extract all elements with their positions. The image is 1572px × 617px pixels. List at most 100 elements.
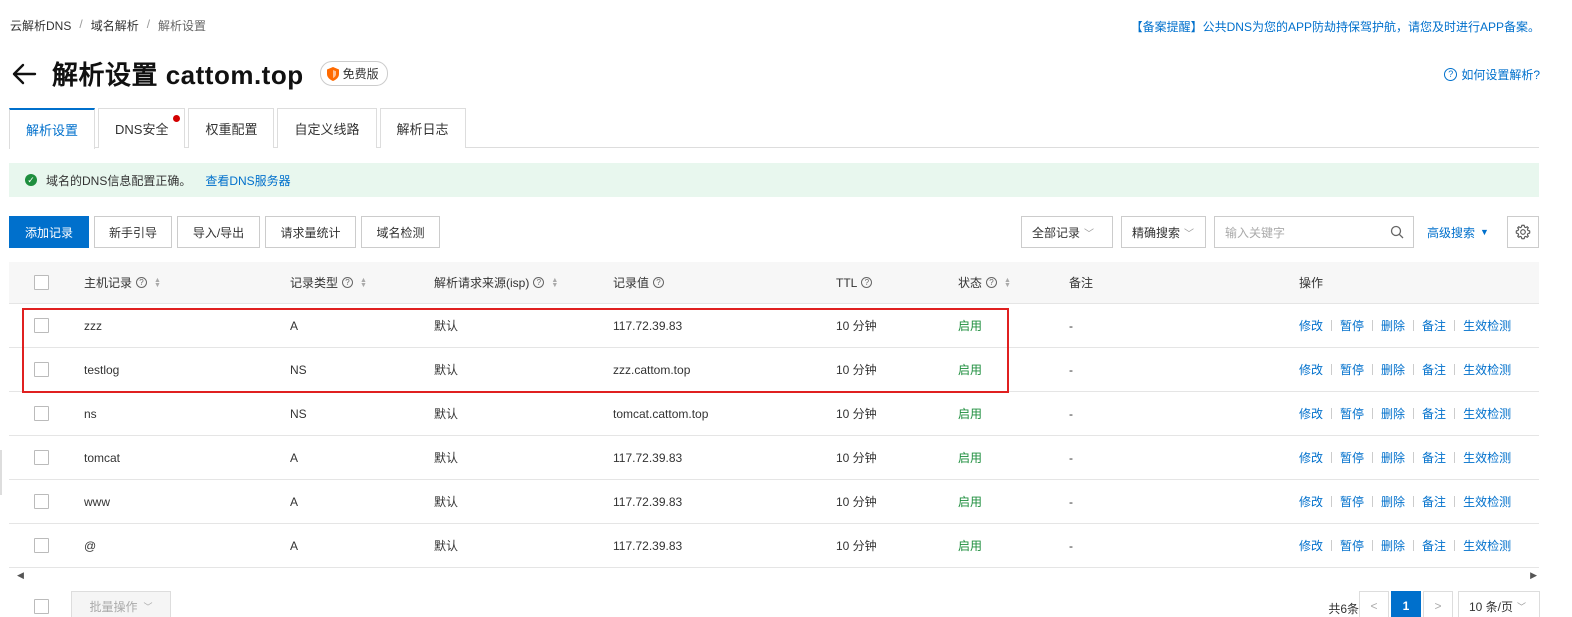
row-checkbox[interactable]: [34, 480, 49, 523]
search-mode-select[interactable]: 精确搜索 ﹀: [1121, 216, 1206, 248]
breadcrumb: 云解析DNS / 域名解析 / 解析设置: [10, 17, 206, 34]
pause-link[interactable]: 暂停: [1340, 361, 1364, 378]
search-icon[interactable]: [1390, 225, 1404, 239]
remark-link[interactable]: 备注: [1422, 493, 1446, 510]
edit-link[interactable]: 修改: [1299, 317, 1323, 334]
settings-button[interactable]: [1507, 216, 1539, 248]
delete-link[interactable]: 删除: [1381, 537, 1405, 554]
page-size-select[interactable]: 10 条/页 ﹀: [1458, 591, 1540, 617]
back-arrow-icon[interactable]: [10, 60, 38, 88]
footer-select-all-checkbox[interactable]: [34, 599, 49, 614]
remark-link[interactable]: 备注: [1422, 317, 1446, 334]
prev-page-button[interactable]: <: [1359, 591, 1389, 617]
sort-icon: ▲ ▼: [1004, 276, 1011, 289]
remark-link[interactable]: 备注: [1422, 537, 1446, 554]
remark-link[interactable]: 备注: [1422, 405, 1446, 422]
cell-type: NS: [290, 362, 307, 377]
alert-message: 域名的DNS信息配置正确。: [46, 173, 192, 188]
page-title: 解析设置 cattom.top: [52, 60, 304, 90]
action-divider: [1413, 408, 1415, 419]
edit-link[interactable]: 修改: [1299, 493, 1323, 510]
row-checkbox[interactable]: [34, 524, 49, 567]
column-header-type[interactable]: 记录类型? ▲ ▼: [290, 262, 367, 303]
pause-link[interactable]: 暂停: [1340, 537, 1364, 554]
help-link[interactable]: ? 如何设置解析?: [1444, 66, 1540, 83]
check-effect-link[interactable]: 生效检测: [1463, 537, 1511, 554]
pause-link[interactable]: 暂停: [1340, 405, 1364, 422]
view-dns-servers-link[interactable]: 查看DNS服务器: [205, 172, 290, 189]
edit-link[interactable]: 修改: [1299, 361, 1323, 378]
request-stats-button[interactable]: 请求量统计: [265, 216, 356, 248]
action-divider: [1454, 452, 1456, 463]
breadcrumb-item-domain[interactable]: 域名解析: [91, 17, 139, 34]
row-actions: 修改 暂停 删除 备注 生效检测: [1299, 304, 1511, 347]
row-actions: 修改 暂停 删除 备注 生效检测: [1299, 436, 1511, 479]
advanced-search-toggle[interactable]: 高级搜索 ▼: [1427, 216, 1489, 248]
guide-button[interactable]: 新手引导: [94, 216, 172, 248]
table-row: www A 默认 117.72.39.83 10 分钟 启用 - 修改 暂停 删除 备注 生效检测: [9, 480, 1539, 524]
row-checkbox[interactable]: [34, 348, 49, 391]
column-header-status[interactable]: 状态? ▲ ▼: [958, 262, 1011, 303]
scroll-left-icon[interactable]: ◀: [17, 570, 24, 581]
cell-ttl: 10 分钟: [836, 363, 877, 377]
cell-host: ns: [84, 406, 97, 421]
add-record-button[interactable]: 添加记录: [9, 216, 89, 248]
domain-check-button[interactable]: 域名检测: [361, 216, 440, 248]
row-checkbox[interactable]: [34, 436, 49, 479]
select-all-checkbox[interactable]: [34, 262, 49, 303]
delete-link[interactable]: 删除: [1381, 449, 1405, 466]
delete-link[interactable]: 删除: [1381, 493, 1405, 510]
pause-link[interactable]: 暂停: [1340, 493, 1364, 510]
action-divider: [1413, 496, 1415, 507]
action-divider: [1331, 408, 1333, 419]
tab-dns-log[interactable]: 解析日志: [379, 108, 466, 148]
tab-custom-line[interactable]: 自定义线路: [277, 108, 377, 148]
scroll-edge-marker: [0, 450, 2, 495]
delete-link[interactable]: 删除: [1381, 361, 1405, 378]
row-checkbox[interactable]: [34, 392, 49, 435]
tab-weight-config[interactable]: 权重配置: [188, 108, 275, 148]
delete-link[interactable]: 删除: [1381, 317, 1405, 334]
remark-link[interactable]: 备注: [1422, 361, 1446, 378]
row-checkbox[interactable]: [34, 304, 49, 347]
page-1-button[interactable]: 1: [1391, 591, 1421, 617]
tab-dns-settings[interactable]: 解析设置: [9, 108, 96, 149]
cell-ttl: 10 分钟: [836, 319, 877, 333]
action-divider: [1372, 496, 1374, 507]
next-page-button[interactable]: >: [1423, 591, 1453, 617]
edit-link[interactable]: 修改: [1299, 537, 1323, 554]
breadcrumb-item-dns[interactable]: 云解析DNS: [10, 17, 71, 34]
tab-dns-security[interactable]: DNS安全: [98, 108, 186, 148]
scroll-right-icon[interactable]: ▶: [1530, 570, 1537, 581]
cell-remark: -: [1069, 494, 1073, 509]
column-header-host[interactable]: 主机记录? ▲ ▼: [84, 262, 161, 303]
record-filter-select[interactable]: 全部记录 ﹀: [1021, 216, 1113, 248]
check-effect-link[interactable]: 生效检测: [1463, 361, 1511, 378]
delete-link[interactable]: 删除: [1381, 405, 1405, 422]
horizontal-scrollbar[interactable]: ◀ ▶: [9, 568, 1539, 582]
edit-link[interactable]: 修改: [1299, 449, 1323, 466]
table-header: 主机记录? ▲ ▼ 记录类型? ▲ ▼ 解析请求来源(isp)? ▲ ▼ 记录值? TTL?…: [9, 262, 1539, 304]
pause-link[interactable]: 暂停: [1340, 317, 1364, 334]
batch-actions-button[interactable]: 批量操作 ﹀: [71, 591, 171, 617]
action-divider: [1413, 540, 1415, 551]
cell-isp: 默认: [434, 319, 459, 333]
help-icon: ?: [136, 277, 148, 288]
breadcrumb-separator: /: [146, 17, 151, 31]
cell-host: www: [84, 494, 110, 509]
check-effect-link[interactable]: 生效检测: [1463, 317, 1511, 334]
filing-notice[interactable]: 【备案提醒】公共DNS为您的APP防劫持保驾护航，请您及时进行APP备案。: [1131, 18, 1540, 35]
search-input[interactable]: 输入关键字: [1214, 216, 1414, 248]
action-divider: [1454, 320, 1456, 331]
cell-host: testlog: [84, 362, 120, 377]
import-export-button[interactable]: 导入/导出: [177, 216, 260, 248]
remark-link[interactable]: 备注: [1422, 449, 1446, 466]
check-effect-link[interactable]: 生效检测: [1463, 493, 1511, 510]
column-header-isp[interactable]: 解析请求来源(isp)? ▲ ▼: [434, 262, 558, 303]
cell-value: 117.72.39.83: [613, 318, 683, 333]
check-effect-link[interactable]: 生效检测: [1463, 405, 1511, 422]
check-effect-link[interactable]: 生效检测: [1463, 449, 1511, 466]
pause-link[interactable]: 暂停: [1340, 449, 1364, 466]
records-table: 主机记录? ▲ ▼ 记录类型? ▲ ▼ 解析请求来源(isp)? ▲ ▼ 记录值? TTL?…: [9, 262, 1539, 568]
edit-link[interactable]: 修改: [1299, 405, 1323, 422]
